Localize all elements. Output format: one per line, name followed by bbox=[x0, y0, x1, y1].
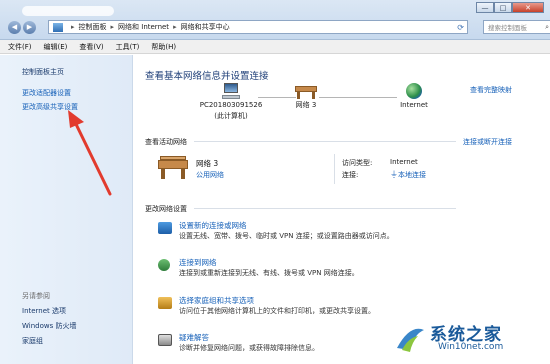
view-full-map-link[interactable]: 查看完整映射 bbox=[470, 85, 512, 95]
vertical-divider bbox=[334, 154, 335, 184]
search-icon[interactable]: ⌕ bbox=[545, 23, 549, 32]
annotation-arrow-icon bbox=[68, 110, 112, 196]
watermark: 系统之家 Win10net.com bbox=[394, 318, 544, 358]
task-title[interactable]: 疑难解答 bbox=[179, 332, 209, 343]
globe-icon bbox=[406, 83, 422, 99]
pc-name: PC201803091526 bbox=[199, 101, 263, 109]
sidebar: 控制面板主页 更改适配器设置 更改高级共享设置 另请参阅 Internet 选项… bbox=[0, 55, 133, 364]
pc-subtitle: (此计算机) bbox=[214, 112, 248, 120]
network-label: 网络 3 bbox=[295, 101, 317, 109]
search-input[interactable]: 搜索控制面板 ⌕ bbox=[483, 20, 550, 34]
refresh-icon[interactable]: ⟳ bbox=[457, 23, 464, 32]
sidebar-item-firewall[interactable]: Windows 防火墙 bbox=[22, 321, 76, 331]
new-connection-icon bbox=[158, 222, 172, 234]
connections-label: 连接: bbox=[342, 171, 359, 179]
task-title[interactable]: 连接到网络 bbox=[179, 257, 217, 268]
breadcrumb-item[interactable]: 网络和共享中心 bbox=[181, 22, 230, 32]
address-bar[interactable]: ▸ 控制面板 ▸ 网络和 Internet ▸ 网络和共享中心 ⟳ bbox=[48, 20, 468, 34]
map-node-pc: PC201803091526 (此计算机) bbox=[186, 83, 276, 121]
active-network-name: 网络 3 bbox=[196, 159, 219, 168]
task-description: 诊断并修复网络问题，或获得故障排除信息。 bbox=[179, 344, 319, 352]
active-networks-heading: 查看活动网络 bbox=[145, 138, 187, 146]
access-type-value: Internet bbox=[390, 158, 418, 166]
section-divider bbox=[194, 141, 456, 142]
ethernet-icon: ⏚ bbox=[390, 170, 398, 179]
see-also-heading: 另请参阅 bbox=[22, 292, 50, 300]
sidebar-item-homegroup[interactable]: 家庭组 bbox=[22, 336, 43, 346]
menu-tools[interactable]: 工具(T) bbox=[116, 42, 140, 52]
window-controls: — □ ✕ bbox=[476, 2, 544, 13]
maximize-button[interactable]: □ bbox=[494, 2, 512, 13]
minimize-button[interactable]: — bbox=[476, 2, 494, 13]
sidebar-item-home[interactable]: 控制面板主页 bbox=[22, 67, 64, 77]
sidebar-item-adapter-settings[interactable]: 更改适配器设置 bbox=[22, 88, 71, 98]
task-description: 连接到或重新连接到无线、有线、拨号或 VPN 网络连接。 bbox=[179, 269, 359, 277]
task-setup-connection: 设置新的连接或网络 设置无线、宽带、拨号、临时或 VPN 连接；或设置路由器或访… bbox=[158, 220, 538, 252]
task-title[interactable]: 设置新的连接或网络 bbox=[179, 220, 247, 231]
watermark-logo-icon bbox=[397, 328, 424, 352]
task-description: 设置无线、宽带、拨号、临时或 VPN 连接；或设置路由器或访问点。 bbox=[179, 232, 394, 240]
watermark-url: Win10net.com bbox=[438, 342, 504, 352]
breadcrumb-item[interactable]: 网络和 Internet bbox=[118, 22, 169, 32]
bench-network-icon bbox=[295, 83, 317, 99]
page-title: 查看基本网络信息并设置连接 bbox=[145, 71, 269, 82]
network-type-link[interactable]: 公用网络 bbox=[196, 170, 224, 180]
task-connect-network: 连接到网络 连接到或重新连接到无线、有线、拨号或 VPN 网络连接。 bbox=[158, 257, 538, 289]
menu-view[interactable]: 查看(V) bbox=[79, 42, 103, 52]
forward-arrow-icon[interactable]: ▶ bbox=[23, 20, 36, 34]
menu-file[interactable]: 文件(F) bbox=[8, 42, 32, 52]
task-title[interactable]: 选择家庭组和共享选项 bbox=[179, 295, 254, 306]
change-settings-heading: 更改网络设置 bbox=[145, 205, 187, 213]
menu-edit[interactable]: 编辑(E) bbox=[44, 42, 68, 52]
title-blank bbox=[22, 6, 114, 16]
connect-disconnect-link[interactable]: 连接或断开连接 bbox=[463, 137, 512, 147]
local-connection-link[interactable]: 本地连接 bbox=[398, 170, 426, 180]
troubleshoot-icon bbox=[158, 334, 172, 346]
breadcrumb-item[interactable]: 控制面板 bbox=[79, 22, 107, 32]
sidebar-item-internet-options[interactable]: Internet 选项 bbox=[22, 306, 66, 316]
breadcrumb-separator-icon: ▸ bbox=[110, 23, 115, 31]
task-description: 访问位于其他网络计算机上的文件和打印机，或更改共享设置。 bbox=[179, 307, 375, 315]
menu-help[interactable]: 帮助(H) bbox=[151, 42, 176, 52]
section-divider bbox=[194, 208, 456, 209]
active-network-panel: 网络 3 公用网络 访问类型: Internet 连接: ⏚ 本地连接 bbox=[158, 154, 518, 184]
navigation-row: ◀ ▶ ▸ 控制面板 ▸ 网络和 Internet ▸ 网络和共享中心 ⟳ 搜索… bbox=[8, 20, 550, 34]
menu-bar: 文件(F) 编辑(E) 查看(V) 工具(T) 帮助(H) bbox=[0, 40, 550, 54]
access-type-label: 访问类型: bbox=[342, 159, 373, 167]
internet-label: Internet bbox=[400, 101, 428, 109]
title-bar: — □ ✕ ◀ ▶ ▸ 控制面板 ▸ 网络和 Internet ▸ 网络和共享中… bbox=[0, 0, 550, 40]
public-network-bench-icon bbox=[158, 156, 188, 180]
map-node-internet: Internet bbox=[384, 83, 444, 110]
breadcrumb-separator-icon: ▸ bbox=[71, 23, 75, 31]
computer-icon bbox=[222, 83, 240, 99]
control-panel-icon bbox=[53, 22, 63, 32]
close-button[interactable]: ✕ bbox=[512, 2, 544, 13]
connect-network-icon bbox=[158, 259, 170, 271]
back-arrow-icon[interactable]: ◀ bbox=[8, 20, 21, 34]
breadcrumb-separator-icon: ▸ bbox=[173, 23, 177, 31]
search-placeholder: 搜索控制面板 bbox=[488, 24, 527, 32]
homegroup-icon bbox=[158, 297, 172, 309]
